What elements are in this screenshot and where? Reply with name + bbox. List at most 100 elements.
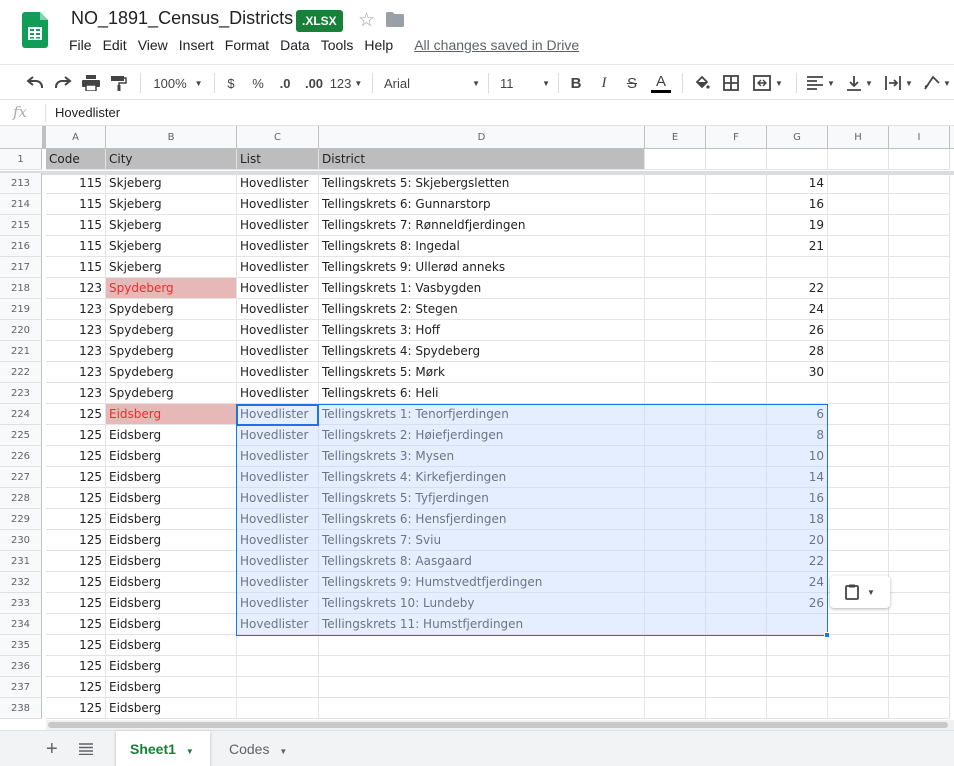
grid-cell[interactable] (889, 215, 950, 236)
cell-list[interactable] (237, 635, 319, 656)
grid-cell[interactable] (645, 509, 706, 530)
grid-cell[interactable] (828, 299, 889, 320)
grid-cell[interactable] (645, 530, 706, 551)
cell-code[interactable]: 123 (46, 341, 106, 362)
cell-g[interactable]: 22 (767, 278, 828, 299)
grid-cell[interactable] (889, 488, 950, 509)
cell-district[interactable]: Tellingskrets 6: Gunnarstorp (319, 194, 645, 215)
row-number[interactable]: 1 (0, 149, 42, 170)
cell-g[interactable]: 30 (767, 362, 828, 383)
grid-cell[interactable] (645, 362, 706, 383)
grid-cell[interactable] (645, 446, 706, 467)
grid-cell[interactable] (889, 551, 950, 572)
cell-district[interactable]: Tellingskrets 9: Ullerød anneks (319, 257, 645, 278)
cell-city[interactable]: Eidsberg (106, 488, 237, 509)
cell-list[interactable]: Hovedlister (237, 404, 319, 425)
grid-cell[interactable] (645, 488, 706, 509)
cell-district[interactable]: Tellingskrets 8: Aasgaard (319, 551, 645, 572)
grid-cell[interactable] (828, 509, 889, 530)
cell-district[interactable]: Tellingskrets 4: Kirkefjerdingen (319, 467, 645, 488)
cell-district[interactable] (319, 698, 645, 719)
column-header-b[interactable]: B (106, 126, 237, 149)
cell-g[interactable]: 24 (767, 299, 828, 320)
grid-cell[interactable] (706, 362, 767, 383)
cell-district[interactable]: Tellingskrets 7: Rønneldfjerdingen (319, 215, 645, 236)
cell-g[interactable] (767, 677, 828, 698)
cell-g[interactable]: 24 (767, 572, 828, 593)
cell-code[interactable]: 125 (46, 446, 106, 467)
cell-g[interactable] (767, 614, 828, 635)
grid-cell[interactable] (706, 341, 767, 362)
row-number[interactable]: 232 (0, 572, 42, 593)
add-sheet-button[interactable]: + (46, 738, 58, 761)
grid-cell[interactable] (645, 341, 706, 362)
document-title[interactable]: NO_1891_Census_Districts (71, 8, 293, 29)
cell-list[interactable]: Hovedlister (237, 530, 319, 551)
row-number[interactable]: 230 (0, 530, 42, 551)
redo-button[interactable] (52, 65, 74, 101)
scrollbar-thumb[interactable] (48, 722, 948, 728)
cell-district[interactable]: Tellingskrets 6: Hensfjerdingen (319, 509, 645, 530)
horizontal-align-button[interactable]: ▼ (804, 65, 838, 101)
strikethrough-button[interactable]: S (622, 65, 642, 101)
cell-list[interactable]: Hovedlister (237, 320, 319, 341)
grid-cell[interactable] (645, 383, 706, 404)
cell-g[interactable]: 6 (767, 404, 828, 425)
row-number[interactable]: 236 (0, 656, 42, 677)
row-number[interactable]: 231 (0, 551, 42, 572)
cell-g[interactable]: 26 (767, 320, 828, 341)
print-button[interactable] (80, 65, 102, 101)
column-header-a[interactable]: A (46, 126, 106, 149)
cell-g[interactable] (767, 383, 828, 404)
grid-cell[interactable] (706, 215, 767, 236)
grid-cell[interactable] (828, 551, 889, 572)
tab-codes[interactable]: Codes ▼ (215, 731, 301, 766)
header-cell-code[interactable]: Code (46, 149, 106, 170)
cell-district[interactable]: Tellingskrets 2: Høiefjerdingen (319, 425, 645, 446)
grid-cell[interactable] (828, 614, 889, 635)
cell-list[interactable] (237, 677, 319, 698)
grid-cell[interactable] (645, 593, 706, 614)
row-number[interactable]: 226 (0, 446, 42, 467)
menu-help[interactable]: Help (364, 37, 404, 53)
grid-cell[interactable] (645, 614, 706, 635)
grid-cell[interactable] (645, 278, 706, 299)
cell-g[interactable]: 14 (767, 467, 828, 488)
row-number[interactable]: 227 (0, 467, 42, 488)
cell-list[interactable]: Hovedlister (237, 173, 319, 194)
cell-city[interactable]: Skjeberg (106, 257, 237, 278)
cell-district[interactable]: Tellingskrets 6: Heli (319, 383, 645, 404)
cell-code[interactable]: 125 (46, 698, 106, 719)
italic-button[interactable]: I (594, 65, 614, 101)
cell-list[interactable]: Hovedlister (237, 236, 319, 257)
row-number[interactable]: 218 (0, 278, 42, 299)
grid-cell[interactable] (706, 320, 767, 341)
grid-cell[interactable] (706, 656, 767, 677)
cell-district[interactable]: Tellingskrets 5: Mørk (319, 362, 645, 383)
grid-cell[interactable] (828, 677, 889, 698)
grid-cell[interactable] (645, 299, 706, 320)
paste-options-button[interactable]: ▼ (830, 576, 890, 608)
cell-code[interactable]: 123 (46, 362, 106, 383)
grid-cell[interactable] (645, 149, 706, 170)
cell-g[interactable]: 18 (767, 509, 828, 530)
cell-district[interactable]: Tellingskrets 2: Stegen (319, 299, 645, 320)
column-header-d[interactable]: D (319, 126, 645, 149)
merge-cells-button[interactable]: ▼ (748, 65, 788, 101)
cell-city[interactable]: Eidsberg (106, 551, 237, 572)
grid-cell[interactable] (828, 383, 889, 404)
cell-code[interactable]: 125 (46, 593, 106, 614)
grid-cell[interactable] (645, 572, 706, 593)
grid-cell[interactable] (828, 635, 889, 656)
grid-cell[interactable] (889, 467, 950, 488)
cell-list[interactable] (237, 656, 319, 677)
column-header-h[interactable]: H (828, 126, 889, 149)
grid-cell[interactable] (706, 509, 767, 530)
grid-cell[interactable] (889, 656, 950, 677)
row-number[interactable]: 224 (0, 404, 42, 425)
cell-city[interactable]: Spydeberg (106, 362, 237, 383)
font-size-select[interactable]: 11 ▼ (500, 65, 550, 101)
grid-cell[interactable] (706, 236, 767, 257)
grid-cell[interactable] (889, 149, 950, 170)
paint-format-button[interactable] (108, 65, 130, 101)
